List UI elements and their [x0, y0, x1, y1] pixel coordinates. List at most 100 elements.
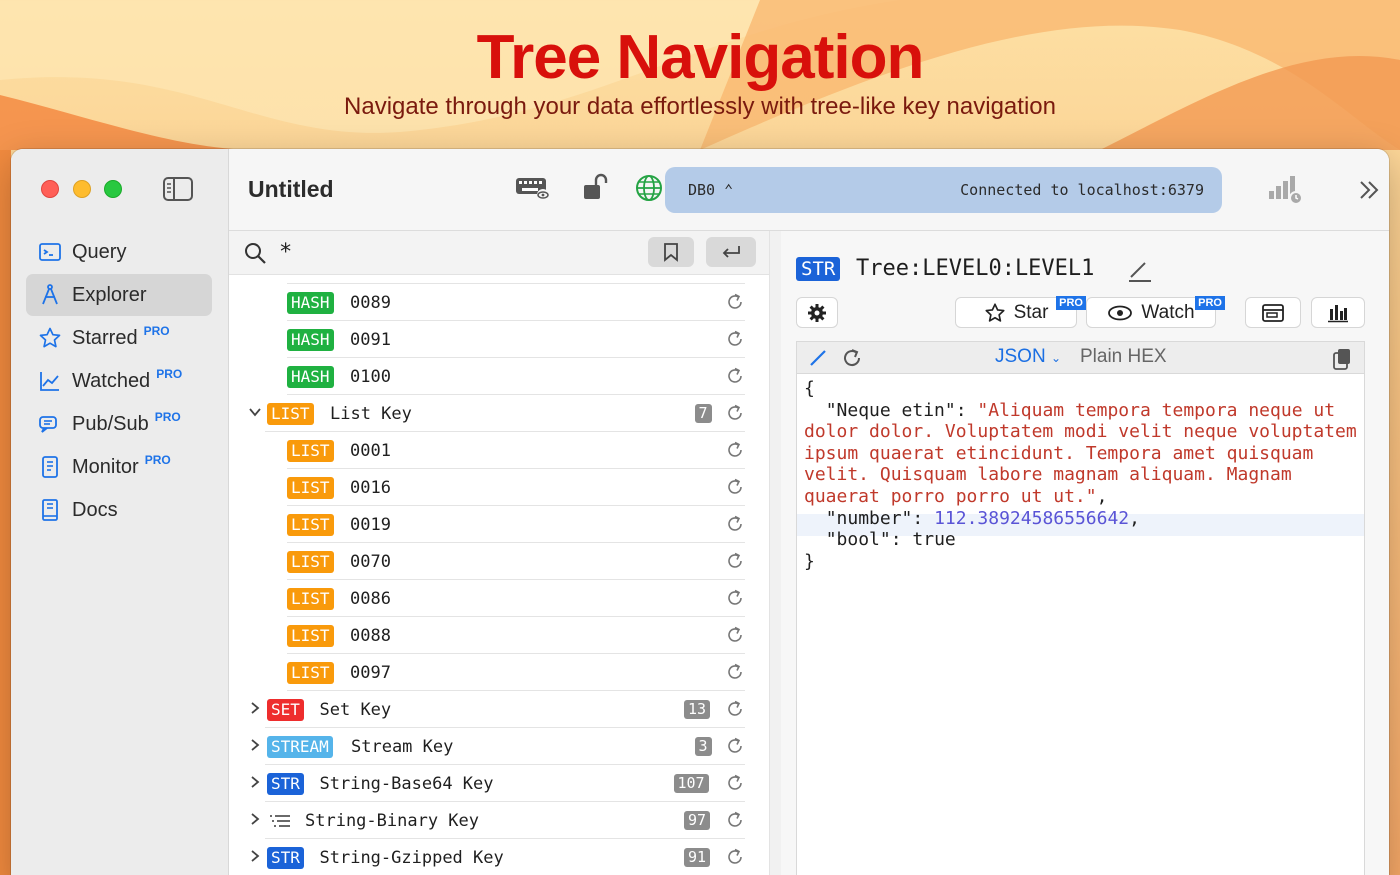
tree-key-row[interactable]: LIST 0086 — [229, 580, 769, 617]
tree-key-row[interactable]: LIST 0097 — [229, 654, 769, 691]
reload-icon[interactable] — [725, 810, 745, 830]
pro-badge: PRO — [143, 324, 170, 338]
reload-icon[interactable] — [725, 403, 745, 423]
format-plain-hex[interactable]: Plain HEX — [1080, 346, 1167, 368]
view-window-button[interactable] — [1245, 297, 1301, 328]
search-icon[interactable] — [243, 241, 267, 265]
chevron-right-icon[interactable] — [249, 702, 261, 714]
reload-icon[interactable] — [725, 625, 745, 645]
format-json-label: JSON — [995, 346, 1046, 367]
reload-icon[interactable] — [725, 773, 745, 793]
tree-key-row[interactable]: HASH 0100 — [229, 358, 769, 395]
value-editor[interactable]: JSON ⌄ Plain HEX { "Neque etin": "Aliqua… — [796, 341, 1365, 875]
reload-icon[interactable] — [725, 329, 745, 349]
key-count-badge: 91 — [684, 848, 711, 867]
sidebar-item-query[interactable]: Query — [26, 231, 212, 273]
star-button[interactable]: Star PRO — [955, 296, 1086, 328]
format-selector[interactable]: JSON ⌄ — [995, 346, 1061, 368]
database-selector[interactable]: DB0 ⌃ — [688, 181, 733, 199]
rename-pencil-icon[interactable] — [1127, 259, 1153, 283]
tree-key-row[interactable]: LIST 0088 — [229, 617, 769, 654]
sidebar-item-label: Docs — [72, 498, 118, 521]
key-count-badge: 13 — [684, 700, 711, 719]
binary-list-icon — [270, 815, 290, 827]
analytics-button[interactable] — [1311, 297, 1365, 328]
tree-key-row[interactable]: LIST 0001 — [229, 432, 769, 469]
tree-key-row[interactable]: HASH 0089 — [229, 284, 769, 321]
tree-key-row[interactable]: HASH 0091 — [229, 321, 769, 358]
copy-icon[interactable] — [1331, 347, 1353, 371]
sidebar-item-starred[interactable]: Starred PRO — [26, 317, 212, 359]
sidebar-item-pubsub[interactable]: Pub/Sub PRO — [26, 403, 212, 445]
key-count-badge: 7 — [694, 404, 712, 423]
chevron-right-icon[interactable] — [249, 739, 261, 751]
sidebar-item-monitor[interactable]: Monitor PRO — [26, 446, 212, 488]
refresh-icon[interactable] — [841, 347, 863, 369]
key-type-badge: LIST — [287, 477, 334, 499]
keyboard-icon[interactable] — [515, 173, 551, 203]
chevron-down-icon[interactable] — [249, 406, 261, 418]
reload-icon[interactable] — [725, 440, 745, 460]
json-content: { "Neque etin": "Aliquam tempora tempora… — [804, 378, 1368, 572]
double-chevron-right-icon[interactable] — [1357, 179, 1381, 201]
key-name: Set Key — [319, 700, 392, 720]
app-window: Query Explorer Starred PRO Watched PRO P… — [11, 149, 1389, 875]
sidebar-toggle-icon[interactable] — [162, 176, 194, 202]
json-key: "bool" — [825, 529, 891, 551]
tree-key-row[interactable]: LIST 0019 — [229, 506, 769, 543]
reload-icon[interactable] — [725, 847, 745, 867]
chat-icon — [39, 416, 57, 433]
reload-icon[interactable] — [725, 514, 745, 534]
globe-icon[interactable] — [634, 173, 664, 203]
tree-key-row[interactable]: LIST 0070 — [229, 543, 769, 580]
editor-toolbar: JSON ⌄ Plain HEX — [797, 342, 1364, 374]
window-icon — [1262, 303, 1284, 322]
watch-button[interactable]: Watch PRO — [1086, 296, 1225, 328]
chevron-right-icon[interactable] — [249, 850, 261, 862]
bookmark-icon — [664, 243, 678, 262]
terminal-icon — [39, 243, 61, 261]
sidebar-item-docs[interactable]: Docs — [26, 489, 212, 531]
tree-key-row[interactable]: LIST 0016 — [229, 469, 769, 506]
edit-pencil-icon[interactable] — [809, 349, 827, 367]
tree-group-row[interactable]: LIST List Key 7 — [229, 395, 769, 432]
reload-icon[interactable] — [725, 588, 745, 608]
zoom-window-button[interactable] — [104, 180, 122, 198]
minimize-window-button[interactable] — [73, 180, 91, 198]
sidebar-item-watched[interactable]: Watched PRO — [26, 360, 212, 402]
tree-scrollbar[interactable] — [769, 231, 781, 875]
tree-group-row[interactable]: SET Set Key 13 — [229, 691, 769, 728]
reload-icon[interactable] — [725, 551, 745, 571]
tree-group-row[interactable]: STR String-Base64 Key 107 — [229, 765, 769, 802]
tree-group-row[interactable]: String-Binary Key 97 — [229, 802, 769, 839]
close-window-button[interactable] — [41, 180, 59, 198]
tree-group-row[interactable]: STR String-Gzipped Key 91 — [229, 839, 769, 875]
sidebar-item-explorer[interactable]: Explorer — [26, 274, 212, 316]
bookmark-button[interactable] — [648, 237, 694, 267]
connection-bar[interactable]: DB0 ⌃ Connected to localhost:6379 — [665, 167, 1222, 213]
key-name: 0088 — [350, 626, 391, 646]
reload-icon[interactable] — [725, 292, 745, 312]
enter-button[interactable] — [706, 237, 756, 267]
key-name: 0016 — [350, 478, 391, 498]
book-icon — [42, 499, 58, 521]
settings-button[interactable] — [796, 297, 838, 328]
reload-icon[interactable] — [725, 699, 745, 719]
reload-icon[interactable] — [725, 736, 745, 756]
reload-icon[interactable] — [725, 662, 745, 682]
key-count-badge: 107 — [673, 774, 709, 793]
reload-icon[interactable] — [725, 366, 745, 386]
json-key: "Neque etin" — [825, 399, 956, 421]
search-bar: * — [229, 231, 769, 275]
chevron-right-icon[interactable] — [249, 776, 261, 788]
stats-icon[interactable] — [1267, 173, 1305, 205]
star-icon — [39, 327, 61, 348]
chevron-right-icon[interactable] — [249, 813, 261, 825]
search-input[interactable]: * — [279, 240, 292, 265]
unlock-icon[interactable] — [582, 173, 614, 203]
pro-badge: PRO — [1195, 296, 1225, 310]
toolbar: Untitled DB0 ⌃ Connected to localhost:63… — [229, 149, 1389, 231]
key-name: 0070 — [350, 552, 391, 572]
tree-group-row[interactable]: STREAM Stream Key 3 — [229, 728, 769, 765]
reload-icon[interactable] — [725, 477, 745, 497]
